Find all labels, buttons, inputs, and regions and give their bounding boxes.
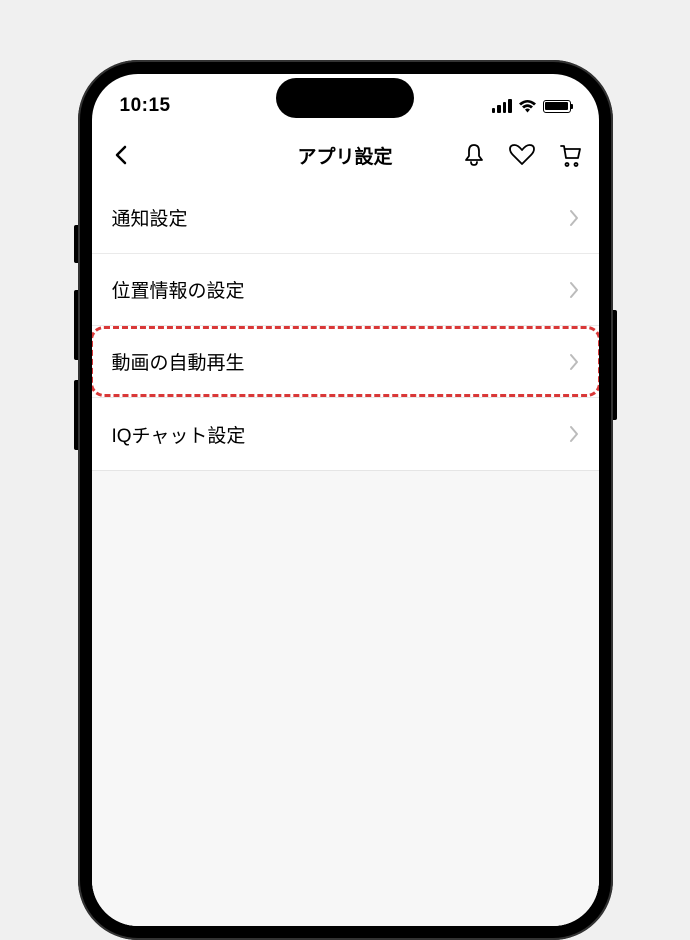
- settings-item-autoplay[interactable]: 動画の自動再生: [92, 326, 599, 398]
- settings-item-label: IQチャット設定: [112, 421, 246, 448]
- chevron-right-icon: [569, 425, 579, 443]
- chevron-right-icon: [569, 209, 579, 227]
- phone-side-button: [613, 310, 617, 420]
- cart-icon: [558, 143, 582, 167]
- phone-side-button: [74, 290, 78, 360]
- notification-button[interactable]: [461, 142, 487, 168]
- phone-side-button: [74, 225, 78, 263]
- battery-icon: [543, 100, 571, 113]
- status-time: 10:15: [120, 95, 171, 117]
- wifi-icon: [518, 99, 537, 113]
- cart-button[interactable]: [557, 142, 583, 168]
- status-icons: [492, 99, 571, 113]
- nav-bar: アプリ設定: [92, 128, 599, 182]
- heart-icon: [509, 143, 535, 167]
- phone-screen: 10:15: [92, 74, 599, 926]
- phone-frame: 10:15: [78, 60, 613, 940]
- settings-item-location[interactable]: 位置情報の設定: [92, 254, 599, 326]
- signal-icon: [492, 99, 512, 113]
- settings-list: 通知設定 位置情報の設定 動画の自動再生: [92, 182, 599, 470]
- phone-notch: [276, 78, 414, 118]
- chevron-right-icon: [569, 353, 579, 371]
- chevron-left-icon: [115, 145, 127, 165]
- phone-side-button: [74, 380, 78, 450]
- chevron-right-icon: [569, 281, 579, 299]
- back-button[interactable]: [108, 142, 134, 168]
- empty-area: [92, 470, 599, 926]
- settings-item-notifications[interactable]: 通知設定: [92, 182, 599, 254]
- settings-item-label: 動画の自動再生: [112, 348, 245, 375]
- settings-item-iqchat[interactable]: IQチャット設定: [92, 398, 599, 470]
- favorites-button[interactable]: [509, 142, 535, 168]
- settings-item-label: 通知設定: [112, 204, 188, 231]
- settings-item-label: 位置情報の設定: [112, 276, 245, 303]
- page-title: アプリ設定: [297, 142, 392, 169]
- bell-icon: [463, 143, 485, 167]
- content: 通知設定 位置情報の設定 動画の自動再生: [92, 182, 599, 926]
